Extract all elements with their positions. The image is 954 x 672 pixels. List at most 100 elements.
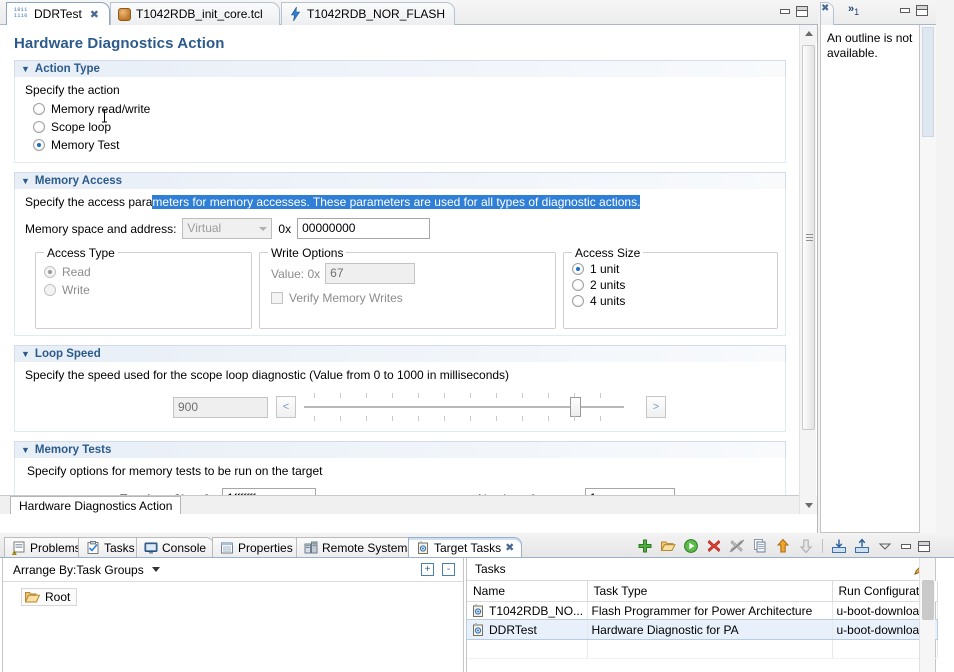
minimize-icon[interactable] [779, 7, 790, 16]
radio-read: Read [44, 263, 243, 281]
radio-icon-selected[interactable] [572, 263, 584, 275]
radio-memory-test[interactable]: Memory Test [15, 136, 785, 154]
properties-icon [221, 542, 233, 553]
loop-speed-input[interactable]: 900 [173, 396, 268, 418]
loop-speed-decrement-button[interactable]: < [276, 396, 296, 418]
section-header-loop-speed[interactable]: ▼ Loop Speed [14, 345, 786, 362]
maximize-icon[interactable] [916, 5, 928, 16]
scrollbar-thumb[interactable] [802, 45, 815, 430]
import-folder-icon[interactable] [660, 538, 676, 554]
move-up-icon[interactable] [775, 538, 791, 554]
editor-tab-init-core-tcl[interactable]: T1042RDB_init_core.tcl [110, 2, 280, 25]
task-groups-panel: Arrange By:Task Groups + - Root [2, 558, 464, 672]
column-header-name[interactable]: Name [467, 581, 588, 602]
loop-speed-description: Specify the speed used for the scope loo… [25, 368, 510, 382]
chevron-down-icon[interactable]: ▼ [21, 445, 30, 455]
import-tasks-icon[interactable] [831, 538, 847, 554]
radio-icon-selected[interactable] [33, 139, 45, 151]
maximize-icon[interactable] [918, 540, 930, 552]
outline-scrollbar[interactable] [920, 25, 936, 533]
new-task-icon[interactable] [637, 538, 653, 554]
view-tab-label: Remote Systems [322, 540, 414, 555]
radio-memory-read-write[interactable]: Memory read/write [15, 100, 785, 118]
view-tab-properties[interactable]: Properties [212, 537, 301, 557]
close-icon[interactable]: ✖ [90, 8, 99, 21]
view-tab-bar: Problems Tasks Console Properties Remote… [0, 535, 954, 557]
radio-icon[interactable] [572, 295, 584, 307]
outline-tab-folded[interactable]: ✖ [820, 2, 834, 25]
view-menu-icon[interactable] [877, 538, 893, 554]
radio-1-unit[interactable]: 1 unit [572, 261, 769, 277]
address-input[interactable]: 00000000 [297, 218, 431, 239]
tasks-title: Tasks [475, 562, 506, 576]
chevron-down-icon[interactable]: ▼ [21, 64, 30, 74]
arrange-by-button[interactable]: Arrange By:Task Groups [13, 563, 160, 577]
radio-4-units[interactable]: 4 units [572, 293, 769, 309]
scrollbar-thumb[interactable] [922, 580, 934, 620]
table-row[interactable]: T1042RDB_NO... Flash Programmer for Powe… [467, 601, 938, 621]
section-header-memory-access[interactable]: ▼ Memory Access [14, 172, 786, 189]
editor-tab-ddrtest[interactable]: 1011 1110 DDRTest ✖ [6, 2, 110, 25]
collapse-all-button[interactable]: - [442, 563, 455, 576]
export-tasks-icon[interactable] [854, 538, 870, 554]
slider-thumb[interactable] [570, 397, 581, 417]
minimize-icon[interactable] [899, 6, 910, 15]
table-row-selected[interactable]: DDRTest Hardware Diagnostic for PA u-boo… [466, 619, 938, 640]
chevron-down-icon[interactable]: ▼ [21, 349, 30, 359]
view-tab-console[interactable]: Console [136, 537, 215, 557]
loop-speed-increment-button[interactable]: > [646, 396, 666, 418]
overflow-chevron-icon[interactable]: »1 [848, 3, 859, 17]
scroll-up-icon[interactable] [800, 25, 817, 42]
section-header-memory-tests[interactable]: ▼ Memory Tests [14, 441, 786, 458]
cell-name: DDRTest [467, 620, 588, 640]
tree-item-root[interactable]: Root [21, 588, 78, 606]
memory-space-dropdown[interactable]: Virtual [182, 218, 273, 239]
expand-all-button[interactable]: + [421, 563, 434, 576]
slider-ticks-bottom [304, 416, 624, 421]
tasks-table: Name Task Type Run Configuratio T1042RDB… [466, 581, 938, 659]
close-icon[interactable]: ✖ [505, 541, 514, 554]
view-tab-target-tasks[interactable]: Target Tasks ✖ [408, 537, 523, 557]
view-tab-tasks[interactable]: Tasks [78, 537, 143, 557]
column-header-task-type[interactable]: Task Type [587, 581, 833, 602]
cell-task-type: Hardware Diagnostic for PA [587, 620, 833, 640]
editor-tab-nor-flash[interactable]: T1042RDB_NOR_FLASH [281, 2, 455, 25]
maximize-icon[interactable] [796, 6, 808, 17]
loop-speed-slider[interactable] [304, 393, 624, 421]
radio-icon[interactable] [572, 279, 584, 291]
console-icon [144, 542, 158, 554]
page-title: Hardware Diagnostics Action [14, 35, 225, 52]
view-tab-problems[interactable]: Problems [4, 537, 89, 557]
table-row-empty[interactable] [467, 639, 938, 659]
editor-vertical-scrollbar[interactable] [799, 25, 817, 514]
delete-all-icon[interactable] [729, 538, 745, 554]
view-tab-label: Problems [30, 540, 81, 555]
outline-view: ✖ »1 An outline is not available. [820, 0, 936, 533]
description-plain: Specify the access para [25, 195, 153, 209]
section-memory-access: ▼ Memory Access Specify the access param… [14, 172, 786, 336]
task-name-label: T1042RDB_NO... [489, 603, 584, 618]
radio-icon[interactable] [33, 121, 45, 133]
radio-2-units[interactable]: 2 units [572, 277, 769, 293]
radio-scope-loop[interactable]: Scope loop [15, 118, 785, 136]
radio-icon[interactable] [33, 103, 45, 115]
view-tab-remote-systems[interactable]: Remote Systems [296, 537, 422, 557]
tasks-vertical-scrollbar[interactable] [919, 558, 935, 672]
section-header-action-type[interactable]: ▼ Action Type [14, 60, 786, 77]
form-tab-hardware-diagnostics-action[interactable]: Hardware Diagnostics Action [10, 496, 182, 514]
scrollbar-thumb[interactable] [922, 27, 934, 137]
delete-task-icon[interactable] [706, 538, 722, 554]
diagnostics-form: Hardware Diagnostics Action ▼ Action Typ… [0, 25, 800, 514]
group-title: Access Type [44, 246, 118, 260]
scroll-down-icon[interactable] [800, 497, 817, 514]
table-header-row: Name Task Type Run Configuratio [467, 581, 938, 602]
editor-area: 1011 1110 DDRTest ✖ T1042RDB_init_core.t… [0, 0, 818, 533]
memory-space-value: Virtual [187, 221, 222, 235]
chevron-down-icon[interactable]: ▼ [21, 176, 30, 186]
group-title: Write Options [268, 246, 347, 260]
minimize-icon[interactable] [900, 542, 911, 551]
move-down-icon[interactable] [798, 538, 814, 554]
duplicate-task-icon[interactable] [752, 538, 768, 554]
radio-write: Write [44, 281, 243, 299]
run-task-icon[interactable] [683, 538, 699, 554]
